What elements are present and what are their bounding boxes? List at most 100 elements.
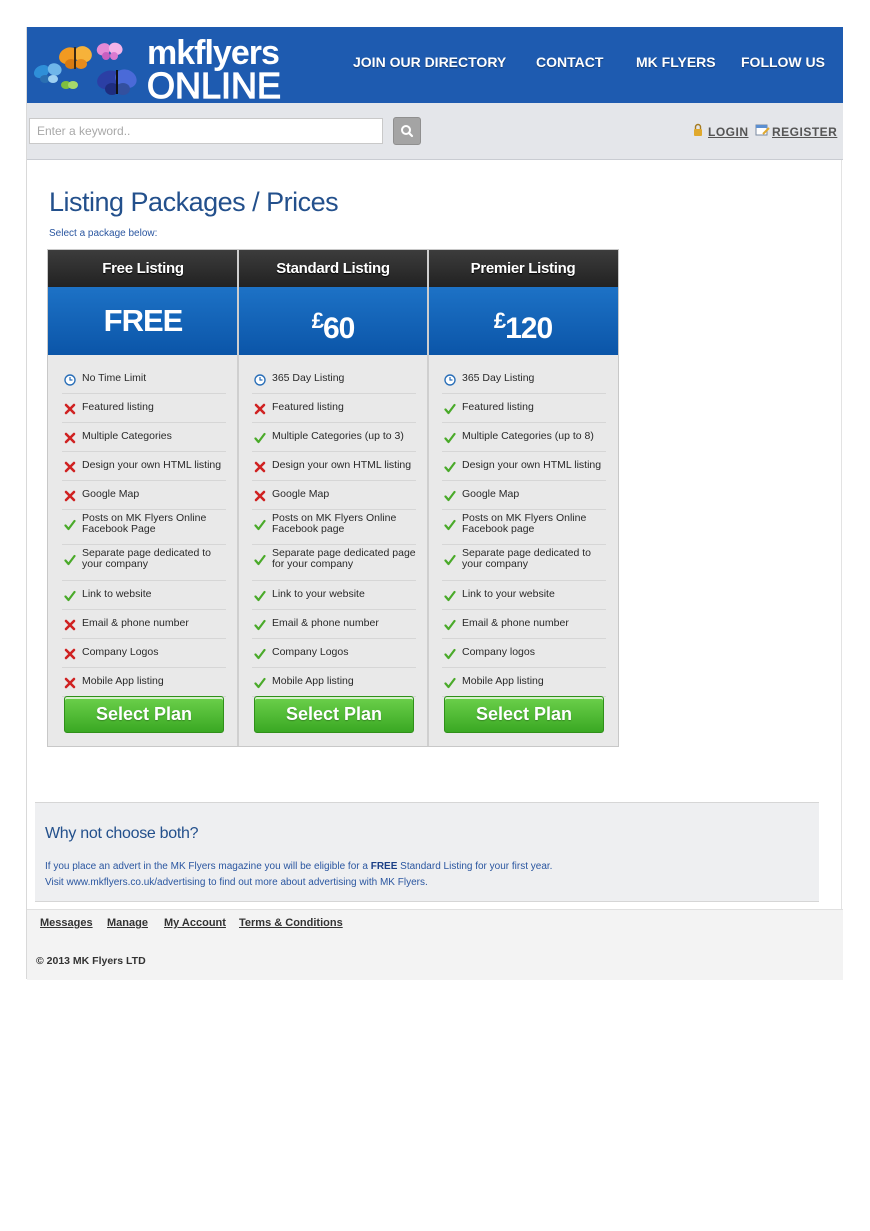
cross-icon [254, 461, 266, 473]
column-divider [427, 250, 429, 746]
promo-box: Why not choose both? If you place an adv… [35, 802, 819, 902]
package-column: Standard Listing £60 365 Day Listing Featur… [238, 250, 428, 746]
check-icon [254, 677, 266, 689]
promo-line-2: Visit www.mkflyers.co.uk/advertising to … [45, 877, 428, 888]
feature-row: Google Map [252, 481, 416, 510]
feature-row: Link to your website [252, 581, 416, 610]
feature-row: Separate page dedicated page for your co… [252, 545, 416, 581]
check-icon [444, 519, 456, 531]
feature-label: Posts on MK Flyers Online Facebook Page [82, 512, 207, 535]
footer-link-messages[interactable]: Messages [40, 917, 93, 929]
feature-row: Company Logos [252, 639, 416, 668]
copyright: © 2013 MK Flyers LTD [36, 955, 146, 967]
feature-row: Multiple Categories (up to 8) [442, 423, 606, 452]
feature-label: Featured listing [272, 401, 344, 413]
feature-label: 365 Day Listing [272, 372, 345, 384]
logo-line-2: ONLINE [146, 65, 282, 106]
check-icon [444, 403, 456, 415]
feature-row: Featured listing [62, 394, 226, 423]
cross-icon [64, 403, 76, 415]
package-name: Free Listing [48, 250, 238, 287]
feature-label: Separate page dedicated to your company [462, 547, 592, 570]
cross-icon [64, 490, 76, 502]
feature-row: Featured listing [442, 394, 606, 423]
currency-symbol: £ [493, 308, 506, 333]
nav-follow-us[interactable]: FOLLOW US [741, 54, 825, 70]
feature-label: Design your own HTML listing [462, 459, 602, 471]
check-icon [444, 554, 456, 566]
check-icon [254, 554, 266, 566]
feature-row: Separate page dedicated to your company [62, 545, 226, 581]
feature-row: Mobile App listing [442, 668, 606, 697]
check-icon [254, 648, 266, 660]
feature-label: Company Logos [272, 646, 349, 658]
check-icon [254, 432, 266, 444]
nav-join-directory[interactable]: JOIN OUR DIRECTORY [353, 54, 506, 70]
nav-contact[interactable]: CONTACT [536, 54, 603, 70]
currency-symbol: £ [311, 308, 324, 333]
search-input[interactable] [29, 118, 383, 144]
feature-label: Email & phone number [272, 617, 379, 629]
register-icon [755, 124, 770, 136]
feature-row: Separate page dedicated to your company [442, 545, 606, 581]
search-button[interactable] [393, 117, 421, 145]
login-link[interactable]: LOGIN [708, 125, 749, 139]
clock-icon [64, 374, 76, 386]
feature-row: Mobile App listing [252, 668, 416, 697]
footer-link-manage[interactable]: Manage [107, 917, 148, 929]
cross-icon [64, 619, 76, 631]
check-icon [64, 554, 76, 566]
select-plan-button[interactable]: Select Plan [64, 696, 224, 733]
check-icon [444, 461, 456, 473]
search-bar: LOGIN REGISTER [27, 103, 843, 160]
feature-row: Design your own HTML listing [442, 452, 606, 481]
check-icon [254, 590, 266, 602]
pricing-table: Free Listing FREE No Time Limit Featured li… [47, 249, 619, 747]
feature-label: Featured listing [82, 401, 154, 413]
feature-label: Posts on MK Flyers Online Facebook page [272, 512, 397, 535]
cross-icon [254, 403, 266, 415]
feature-row: Email & phone number [252, 610, 416, 639]
package-name: Premier Listing [428, 250, 618, 287]
lock-icon [694, 123, 702, 136]
check-icon [64, 590, 76, 602]
package-name: Standard Listing [238, 250, 428, 287]
price-amount: FREE [103, 303, 184, 338]
cross-icon [254, 490, 266, 502]
feature-row: 365 Day Listing [252, 365, 416, 394]
page-frame: mkflyers ONLINE JOIN OUR DIRECTORY CONTA… [26, 27, 843, 980]
check-icon [444, 590, 456, 602]
cross-icon [64, 648, 76, 660]
footer-link-terms[interactable]: Terms & Conditions [239, 917, 343, 929]
feature-label: Link to website [82, 588, 152, 600]
check-icon [444, 490, 456, 502]
feature-label: Design your own HTML listing [272, 459, 412, 471]
feature-row: Design your own HTML listing [62, 452, 226, 481]
feature-label: Multiple Categories [82, 430, 172, 442]
select-plan-button[interactable]: Select Plan [254, 696, 414, 733]
feature-row: No Time Limit [62, 365, 226, 394]
site-logo[interactable]: mkflyers ONLINE [146, 36, 282, 106]
package-price: £60 [238, 287, 428, 355]
promo-line-1: If you place an advert in the MK Flyers … [45, 861, 552, 872]
package-price: £120 [428, 287, 618, 355]
nav-mk-flyers[interactable]: MK FLYERS [636, 54, 716, 70]
feature-label: Separate page dedicated page for your co… [272, 547, 416, 570]
register-link[interactable]: REGISTER [772, 125, 837, 139]
select-plan-button[interactable]: Select Plan [444, 696, 604, 733]
butterfly-logo-icon[interactable] [33, 35, 145, 101]
site-header: mkflyers ONLINE JOIN OUR DIRECTORY CONTA… [27, 27, 843, 106]
check-icon [254, 519, 266, 531]
feature-row: Company logos [442, 639, 606, 668]
promo-title: Why not choose both? [45, 825, 199, 842]
footer-link-my-account[interactable]: My Account [164, 917, 226, 929]
check-icon [444, 677, 456, 689]
feature-row: 365 Day Listing [442, 365, 606, 394]
package-column: Premier Listing £120 365 Day Listing Featur… [428, 250, 618, 746]
feature-row: Link to website [62, 581, 226, 610]
feature-row: Email & phone number [62, 610, 226, 639]
feature-row: Link to your website [442, 581, 606, 610]
price-amount: 60 [322, 312, 355, 345]
feature-label: Featured listing [462, 401, 534, 413]
cross-icon [64, 432, 76, 444]
